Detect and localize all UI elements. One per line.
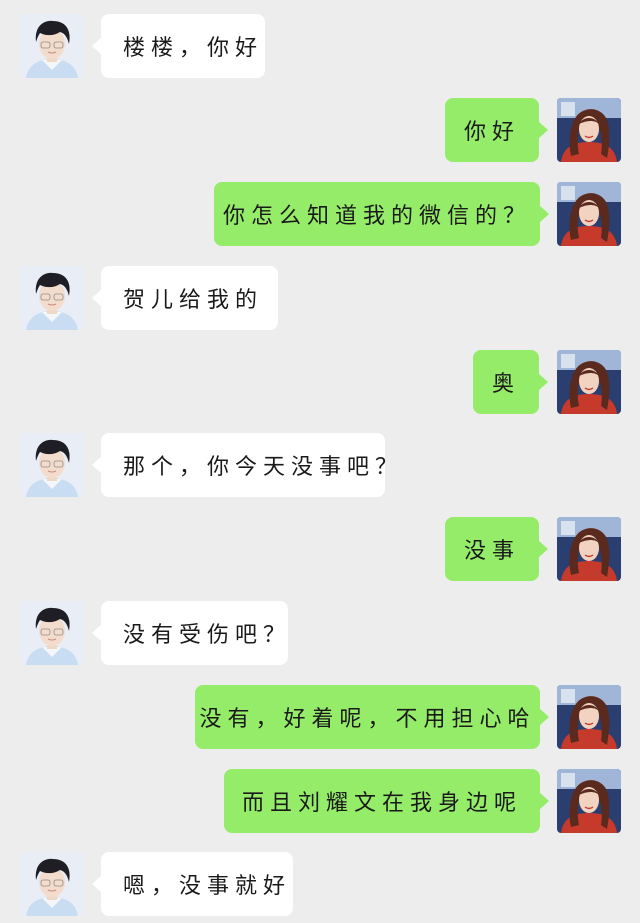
message-text: 那个，你今天没事吧？ xyxy=(123,455,404,480)
message-bubble-outgoing[interactable]: 没事 xyxy=(445,517,548,581)
message-text: 没有，好着呢，不用担心哈 xyxy=(199,707,536,732)
message-text: 贺儿给我的 xyxy=(123,288,264,313)
self-avatar[interactable] xyxy=(557,685,621,749)
message-bubble-incoming[interactable]: 没有受伤吧？ xyxy=(92,601,292,665)
message-text: 而且刘耀文在我身边呢 xyxy=(241,791,522,816)
contact-avatar[interactable] xyxy=(20,852,84,916)
message-bubble-incoming[interactable]: 贺儿给我的 xyxy=(92,266,278,330)
message-text: 奥 xyxy=(491,372,520,397)
message-bubble-outgoing[interactable]: 你好 xyxy=(445,98,548,162)
message-bubble-incoming[interactable]: 嗯，没事就好 xyxy=(92,852,293,916)
message-bubble-incoming[interactable]: 那个，你今天没事吧？ xyxy=(92,433,397,497)
message-bubble-outgoing[interactable]: 你怎么知道我的微信的？ xyxy=(214,182,549,246)
contact-avatar[interactable] xyxy=(20,266,84,330)
self-avatar[interactable] xyxy=(557,769,621,833)
contact-avatar[interactable] xyxy=(20,433,84,497)
message-bubble-outgoing[interactable]: 而且刘耀文在我身边呢 xyxy=(224,769,549,833)
self-avatar[interactable] xyxy=(557,98,621,162)
self-avatar[interactable] xyxy=(557,517,621,581)
message-text: 你怎么知道我的微信的？ xyxy=(223,204,532,229)
message-bubble-outgoing[interactable]: 没有，好着呢，不用担心哈 xyxy=(195,685,549,749)
message-text: 嗯，没事就好 xyxy=(123,874,292,899)
contact-avatar[interactable] xyxy=(20,601,84,665)
message-text: 没事 xyxy=(463,539,520,564)
message-bubble-incoming[interactable]: 楼楼，你好 xyxy=(92,14,265,78)
message-bubble-outgoing[interactable]: 奥 xyxy=(473,350,548,414)
self-avatar[interactable] xyxy=(557,350,621,414)
message-text: 楼楼，你好 xyxy=(123,36,264,61)
contact-avatar[interactable] xyxy=(20,14,84,78)
message-text: 你好 xyxy=(463,120,520,145)
self-avatar[interactable] xyxy=(557,182,621,246)
message-text: 没有受伤吧？ xyxy=(123,623,292,648)
